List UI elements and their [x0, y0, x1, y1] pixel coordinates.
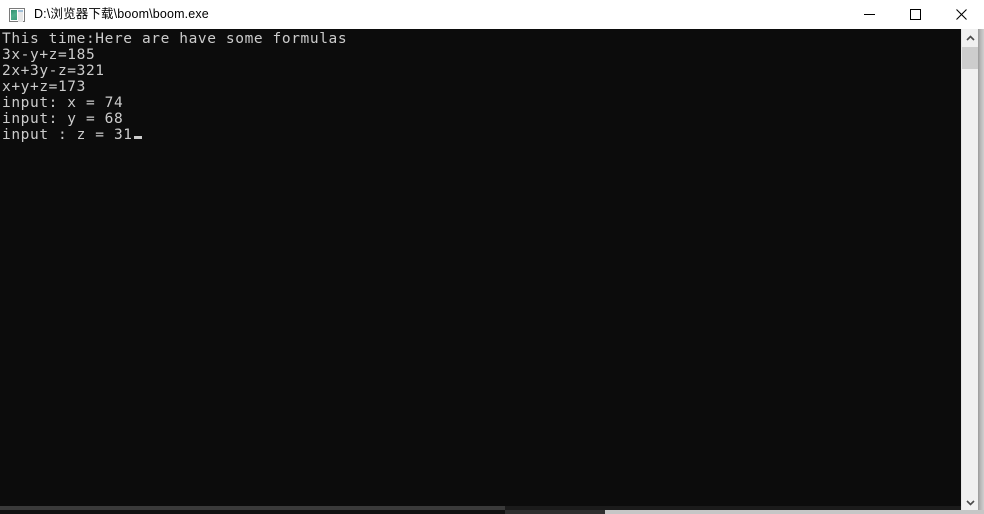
maximize-button[interactable] — [892, 0, 938, 29]
console-text: This time:Here are have some formulas 3x… — [2, 31, 347, 143]
horizontal-scrollbar-thumb[interactable] — [0, 506, 505, 510]
chevron-down-icon — [966, 493, 975, 511]
console-app-icon — [9, 7, 25, 22]
console-app-icon-right — [18, 9, 23, 22]
desktop-background: D:\浏览器下载\boom\boom.exe This time:Here ar… — [0, 0, 984, 514]
console-app-icon-left — [11, 9, 17, 20]
text-cursor — [133, 136, 142, 139]
window-title: D:\浏览器下载\boom\boom.exe — [34, 7, 209, 21]
horizontal-scrollbar[interactable] — [0, 506, 962, 510]
close-button[interactable] — [938, 0, 984, 29]
close-icon — [955, 8, 968, 21]
console-window[interactable]: D:\浏览器下载\boom\boom.exe This time:Here ar… — [0, 0, 984, 510]
vertical-scrollbar[interactable] — [961, 29, 979, 510]
console-text-content: This time:Here are have some formulas 3x… — [2, 31, 348, 143]
scroll-down-arrow-button[interactable] — [962, 493, 979, 510]
minimize-icon — [863, 8, 876, 21]
chevron-up-icon — [966, 29, 975, 47]
minimize-button[interactable] — [846, 0, 892, 29]
vertical-scrollbar-thumb[interactable] — [962, 47, 979, 69]
window-controls — [846, 0, 984, 29]
maximize-icon — [909, 8, 922, 21]
scroll-up-arrow-button[interactable] — [962, 29, 979, 46]
window-right-frame-edge — [978, 29, 984, 510]
title-bar[interactable]: D:\浏览器下载\boom\boom.exe — [0, 0, 984, 29]
console-output-area[interactable]: This time:Here are have some formulas 3x… — [0, 29, 984, 510]
